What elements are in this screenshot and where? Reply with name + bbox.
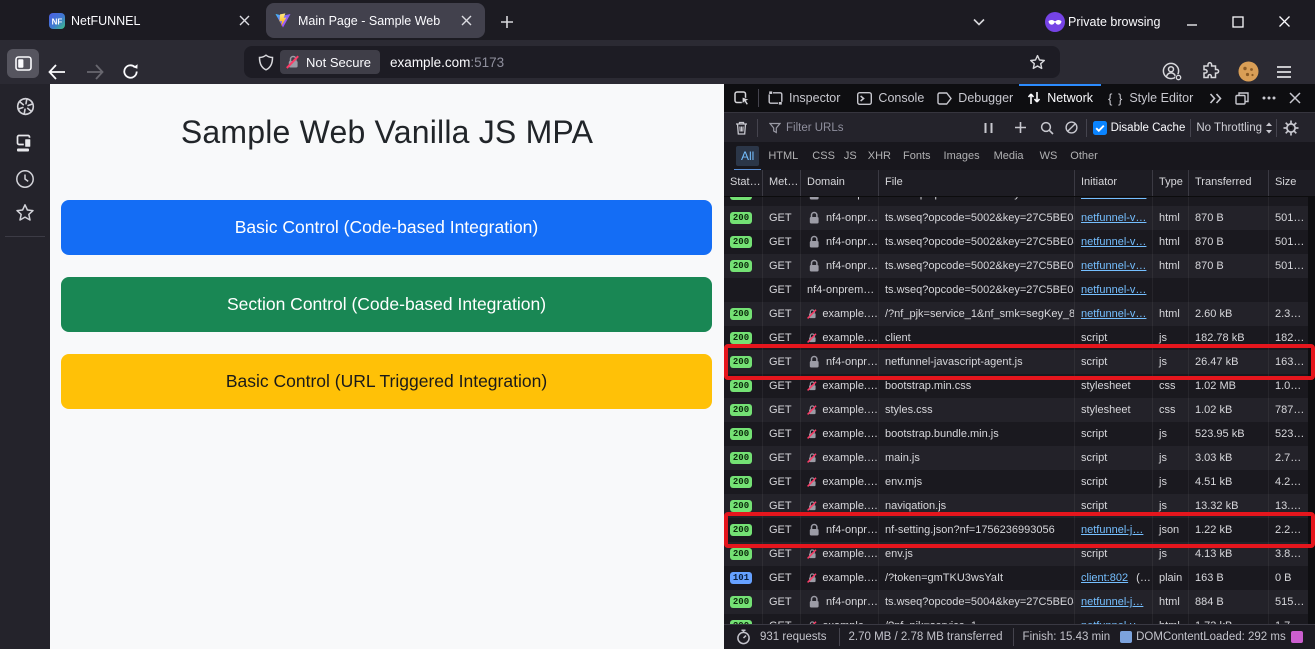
svg-text:NF: NF [52,17,63,26]
